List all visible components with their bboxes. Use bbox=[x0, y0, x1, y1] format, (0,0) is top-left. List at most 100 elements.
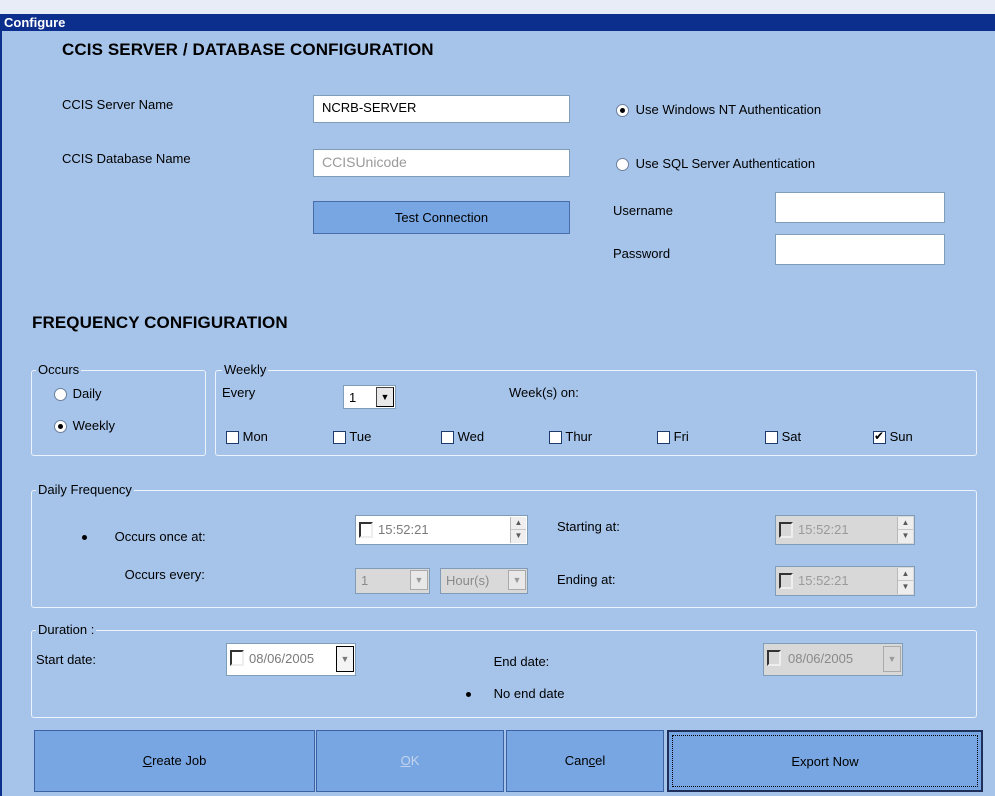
occurs-every-radio[interactable] bbox=[78, 569, 91, 583]
occurs-daily-radio[interactable] bbox=[54, 388, 67, 402]
daily-frequency-legend: Daily Frequency bbox=[36, 482, 134, 497]
ending-at-value: 15:52:21 bbox=[798, 573, 849, 588]
occurs-once-spinner[interactable]: ▲ ▼ bbox=[510, 517, 526, 543]
occurs-weekly-radio[interactable] bbox=[54, 420, 67, 434]
frequency-section-heading: FREQUENCY CONFIGURATION bbox=[32, 313, 288, 332]
server-name-input[interactable]: NCRB-SERVER bbox=[313, 95, 570, 123]
ok-button[interactable]: OK bbox=[316, 730, 504, 792]
day-tue[interactable]: Tue bbox=[333, 429, 371, 445]
ending-at-spinner[interactable]: ▲ ▼ bbox=[897, 568, 913, 594]
starting-at-spinner[interactable]: ▲ ▼ bbox=[897, 517, 913, 543]
chevron-down-icon[interactable]: ▼ bbox=[410, 570, 428, 590]
day-fri[interactable]: Fri bbox=[657, 429, 689, 445]
weekly-every-value: 1 bbox=[349, 390, 357, 405]
day-wed-label: Wed bbox=[457, 429, 485, 444]
cancel-button[interactable]: Cancel bbox=[506, 730, 664, 792]
day-mon[interactable]: Mon bbox=[226, 429, 268, 445]
spin-down-icon[interactable]: ▼ bbox=[898, 581, 913, 594]
day-mon-checkbox[interactable] bbox=[226, 431, 239, 445]
create-job-mnemonic: C bbox=[142, 753, 153, 768]
occurs-every-value: 1 bbox=[361, 573, 369, 588]
starting-at-time[interactable]: 15:52:21 ▲ ▼ bbox=[775, 515, 915, 545]
day-sun[interactable]: Sun bbox=[873, 429, 913, 445]
no-end-date-label: No end date bbox=[493, 686, 565, 701]
chevron-down-icon[interactable]: ▼ bbox=[376, 387, 394, 407]
occurs-every-label: Occurs every: bbox=[124, 567, 205, 582]
end-date-radio[interactable] bbox=[462, 656, 475, 670]
title-bar bbox=[0, 0, 995, 14]
occurs-every-value-select[interactable]: 1 ▼ bbox=[355, 568, 430, 594]
day-tue-checkbox[interactable] bbox=[333, 431, 346, 445]
weekly-legend: Weekly bbox=[222, 362, 269, 377]
spin-down-icon[interactable]: ▼ bbox=[511, 530, 526, 543]
chevron-down-icon[interactable]: ▼ bbox=[508, 570, 526, 590]
day-thur-checkbox[interactable] bbox=[549, 431, 562, 445]
end-date-option[interactable]: End date: bbox=[462, 654, 550, 670]
day-sat-label: Sat bbox=[781, 429, 802, 444]
chevron-down-icon[interactable]: ▼ bbox=[883, 646, 901, 672]
day-thur[interactable]: Thur bbox=[549, 429, 593, 445]
password-input[interactable] bbox=[775, 234, 945, 265]
window-title: Configure bbox=[4, 15, 66, 30]
spin-up-icon[interactable]: ▲ bbox=[898, 517, 913, 530]
day-sun-label: Sun bbox=[889, 429, 913, 444]
ending-at-time[interactable]: 15:52:21 ▲ ▼ bbox=[775, 566, 915, 596]
day-mon-label: Mon bbox=[242, 429, 268, 444]
weekly-group bbox=[215, 370, 977, 456]
no-end-date-option[interactable]: No end date bbox=[462, 686, 565, 702]
spin-up-icon[interactable]: ▲ bbox=[898, 568, 913, 581]
start-date-picker[interactable]: 08/06/2005 ▼ bbox=[226, 643, 356, 676]
test-connection-button[interactable]: Test Connection bbox=[313, 201, 570, 234]
chevron-down-icon[interactable]: ▼ bbox=[336, 646, 354, 672]
day-thur-label: Thur bbox=[565, 429, 593, 444]
database-name-label: CCIS Database Name bbox=[62, 151, 191, 166]
ending-at-label: Ending at: bbox=[557, 572, 616, 587]
day-wed-checkbox[interactable] bbox=[441, 431, 454, 445]
end-date-picker[interactable]: 08/06/2005 ▼ bbox=[763, 643, 903, 676]
day-sat-checkbox[interactable] bbox=[765, 431, 778, 445]
weekly-every-select[interactable]: 1 ▼ bbox=[343, 385, 396, 409]
day-sat[interactable]: Sat bbox=[765, 429, 802, 445]
start-date-label: Start date: bbox=[36, 652, 96, 667]
spin-down-icon[interactable]: ▼ bbox=[898, 530, 913, 543]
spin-up-icon[interactable]: ▲ bbox=[511, 517, 526, 530]
end-date-value: 08/06/2005 bbox=[788, 651, 854, 666]
auth-sql-radio[interactable] bbox=[616, 158, 629, 172]
server-name-label: CCIS Server Name bbox=[62, 97, 174, 112]
start-date-checkbox[interactable] bbox=[230, 650, 244, 666]
duration-legend: Duration : bbox=[36, 622, 97, 637]
create-job-button[interactable]: Create Job bbox=[34, 730, 315, 792]
occurs-every-option[interactable]: Occurs every: bbox=[78, 567, 205, 583]
occurs-every-unit-select[interactable]: Hour(s) ▼ bbox=[440, 568, 528, 594]
server-section-heading: CCIS SERVER / DATABASE CONFIGURATION bbox=[62, 40, 434, 59]
day-fri-label: Fri bbox=[673, 429, 689, 444]
ending-at-checkbox[interactable] bbox=[779, 573, 793, 589]
auth-nt-radio[interactable] bbox=[616, 104, 629, 118]
end-date-checkbox[interactable] bbox=[767, 650, 781, 666]
day-wed[interactable]: Wed bbox=[441, 429, 485, 445]
end-date-label: End date: bbox=[493, 654, 550, 669]
username-input[interactable] bbox=[775, 192, 945, 223]
occurs-once-time-checkbox[interactable] bbox=[359, 522, 373, 538]
auth-sql-label: Use SQL Server Authentication bbox=[635, 156, 816, 171]
occurs-daily-option[interactable]: Daily bbox=[54, 386, 102, 402]
occurs-once-option[interactable]: Occurs once at: bbox=[78, 529, 206, 545]
no-end-date-radio[interactable] bbox=[462, 688, 475, 702]
occurs-once-radio[interactable] bbox=[78, 531, 91, 545]
day-sun-checkbox[interactable] bbox=[873, 429, 886, 445]
database-name-input[interactable]: CCISUnicode bbox=[313, 149, 570, 177]
starting-at-checkbox[interactable] bbox=[779, 522, 793, 538]
day-fri-checkbox[interactable] bbox=[657, 431, 670, 445]
occurs-every-unit: Hour(s) bbox=[446, 573, 490, 588]
auth-nt-label: Use Windows NT Authentication bbox=[635, 102, 822, 117]
occurs-group bbox=[31, 370, 206, 456]
auth-sql-option[interactable]: Use SQL Server Authentication bbox=[616, 156, 816, 172]
title-bar-strip[interactable] bbox=[0, 14, 995, 31]
auth-nt-option[interactable]: Use Windows NT Authentication bbox=[616, 102, 822, 118]
occurs-weekly-option[interactable]: Weekly bbox=[54, 418, 115, 434]
create-job-label: reate Job bbox=[152, 753, 207, 768]
occurs-once-time[interactable]: 15:52:21 ▲ ▼ bbox=[355, 515, 528, 545]
ok-mnemonic: O bbox=[400, 753, 411, 768]
export-now-button[interactable]: Export Now bbox=[667, 730, 983, 792]
occurs-legend: Occurs bbox=[36, 362, 82, 377]
